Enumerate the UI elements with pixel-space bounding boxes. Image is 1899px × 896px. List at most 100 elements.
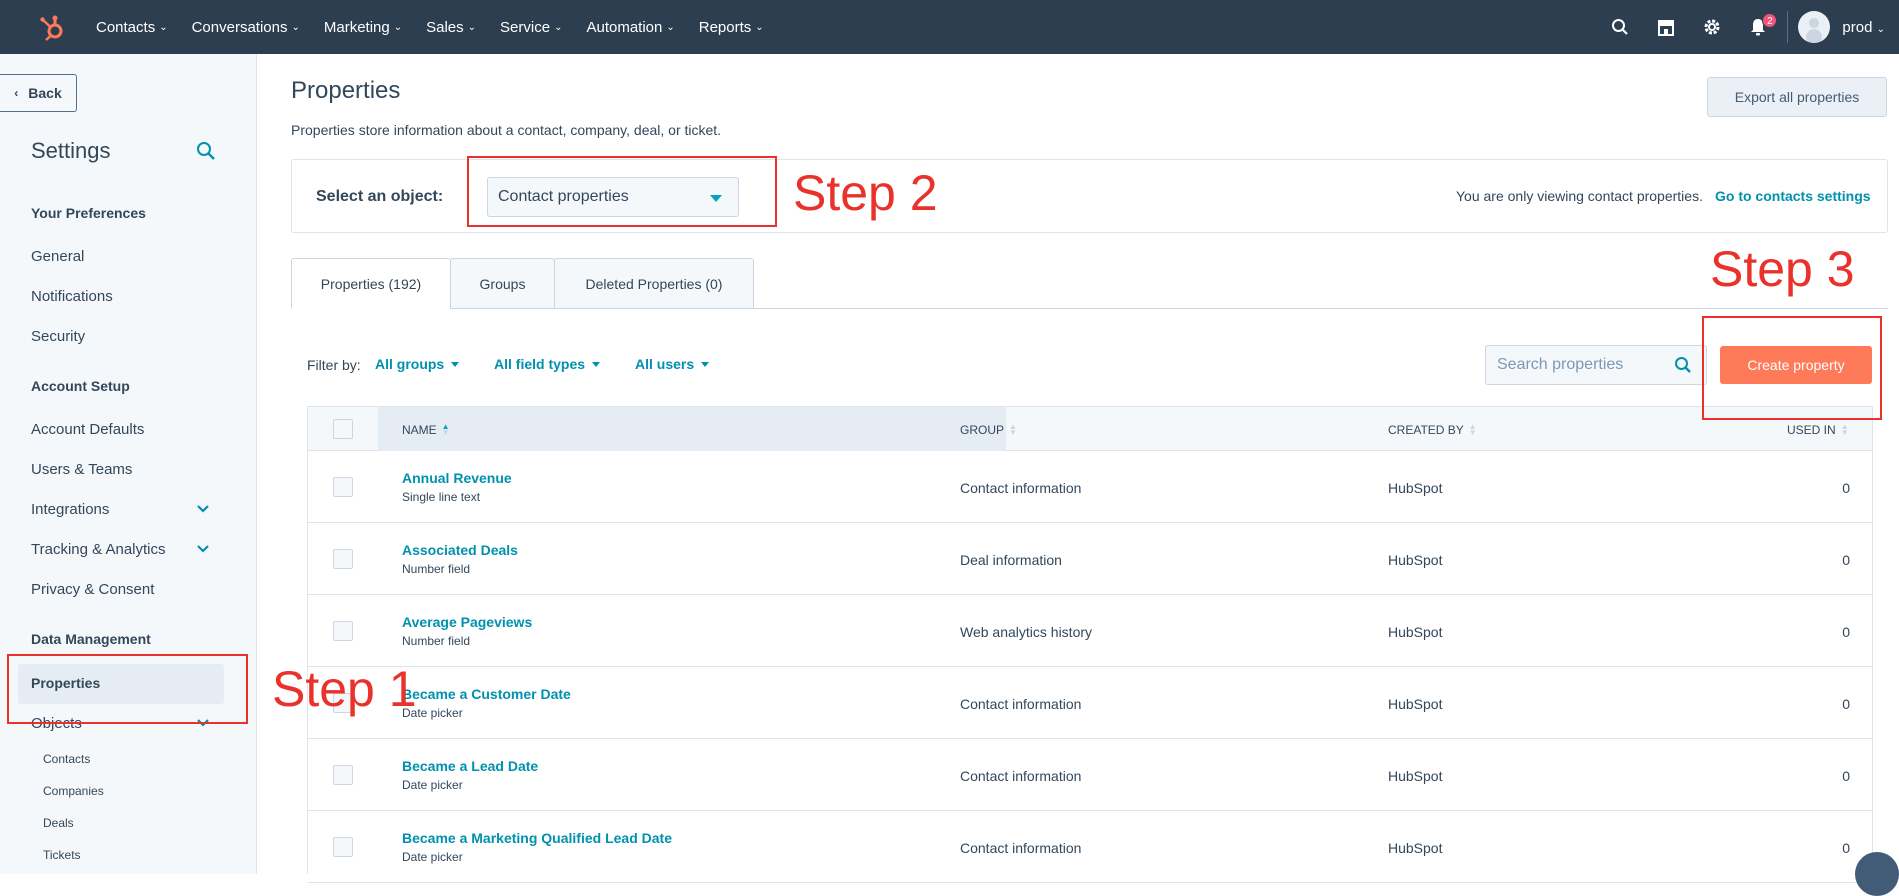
tab-properties[interactable]: Properties (192) [291, 258, 451, 309]
chevron-down-icon[interactable] [196, 502, 210, 521]
sidebar-subitem-tickets[interactable]: Tickets [43, 848, 81, 862]
sidebar-item-account-defaults[interactable]: Account Defaults [31, 421, 144, 438]
sidebar-item-general[interactable]: General [31, 248, 84, 265]
chevron-down-icon: ⌄ [291, 21, 300, 33]
nav-reports[interactable]: Reports ⌄ [699, 19, 764, 36]
column-header-used-in[interactable]: USED IN ▲ ▼ [1787, 422, 1849, 438]
object-select-dropdown[interactable]: Contact properties [487, 177, 739, 217]
gear-icon[interactable] [1689, 0, 1735, 54]
column-header-label: GROUP [960, 423, 1005, 437]
property-group: Deal information [960, 552, 1062, 568]
tab-deleted-properties[interactable]: Deleted Properties (0) [554, 258, 754, 309]
filter-value: All groups [375, 356, 445, 372]
property-tabs: Properties (192) Groups Deleted Properti… [291, 258, 1888, 309]
column-header-created-by[interactable]: CREATED BY ▲ ▼ [1388, 423, 1477, 438]
back-label: Back [28, 85, 62, 101]
row-checkbox[interactable] [333, 477, 353, 497]
nav-conversations[interactable]: Conversations ⌄ [192, 19, 300, 36]
tab-groups[interactable]: Groups [450, 258, 555, 309]
filter-all-groups[interactable]: All groups [375, 356, 460, 372]
row-checkbox[interactable] [333, 837, 353, 857]
sidebar-item-security[interactable]: Security [31, 328, 85, 345]
sort-icon: ▲ ▼ [1840, 422, 1849, 437]
nav-sales[interactable]: Sales ⌄ [426, 19, 476, 36]
nav-label: Marketing [323, 18, 390, 36]
chevron-down-icon: ⌄ [666, 21, 675, 33]
nav-label: Sales [426, 18, 464, 36]
row-checkbox[interactable] [333, 549, 353, 569]
column-header-group[interactable]: GROUP ▲ ▼ [960, 423, 1017, 438]
sidebar-subitem-deals[interactable]: Deals [43, 816, 74, 830]
property-name-link[interactable]: Associated Deals [402, 542, 518, 558]
sidebar-subitem-companies[interactable]: Companies [43, 784, 104, 798]
caret-down-icon [592, 361, 601, 367]
property-name-link[interactable]: Became a Customer Date [402, 686, 571, 702]
property-group: Contact information [960, 768, 1082, 784]
sort-ascending-icon: ▲ ▼ [441, 422, 450, 437]
property-created-by: HubSpot [1388, 552, 1443, 568]
property-type: Date picker [402, 850, 463, 864]
filter-all-users[interactable]: All users [635, 356, 710, 372]
search-placeholder: Search properties [1497, 356, 1624, 373]
hubspot-logo-icon[interactable] [38, 14, 66, 42]
sidebar-subitem-contacts[interactable]: Contacts [43, 752, 90, 766]
account-menu[interactable]: prod ⌄ [1842, 19, 1885, 36]
property-name-link[interactable]: Annual Revenue [402, 470, 512, 486]
notification-badge: 2 [1762, 13, 1778, 28]
property-group: Contact information [960, 480, 1082, 496]
sidebar-item-integrations[interactable]: Integrations [31, 501, 109, 518]
export-all-properties-button[interactable]: Export all properties [1707, 77, 1887, 117]
property-created-by: HubSpot [1388, 840, 1443, 856]
sidebar-item-properties[interactable]: Properties [31, 675, 100, 691]
select-all-checkbox[interactable] [333, 419, 353, 439]
property-type: Number field [402, 562, 471, 576]
table-row: Average Pageviews Number field Web analy… [308, 595, 1872, 667]
sidebar-item-tracking-analytics[interactable]: Tracking & Analytics [31, 541, 166, 558]
column-header-label: NAME [402, 423, 437, 437]
chevron-down-icon: ⌄ [554, 21, 563, 33]
sidebar-item-notifications[interactable]: Notifications [31, 288, 113, 305]
avatar[interactable] [1798, 11, 1831, 43]
sidebar-item-users-teams[interactable]: Users & Teams [31, 461, 132, 478]
column-header-name[interactable]: NAME ▲ ▼ [402, 422, 450, 438]
nav-automation[interactable]: Automation ⌄ [586, 19, 674, 36]
row-checkbox[interactable] [333, 621, 353, 641]
sidebar-item-privacy-consent[interactable]: Privacy & Consent [31, 581, 154, 598]
property-name-link[interactable]: Average Pageviews [402, 614, 532, 630]
row-checkbox[interactable] [333, 765, 353, 785]
filter-label: Filter by: [307, 357, 361, 373]
nav-service[interactable]: Service ⌄ [500, 19, 562, 36]
object-select-value: Contact properties [498, 188, 629, 205]
nav-contacts[interactable]: Contacts ⌄ [96, 19, 168, 36]
nav-label: Contacts [96, 18, 156, 36]
property-used-in: 0 [1842, 480, 1850, 496]
marketplace-icon[interactable] [1643, 0, 1689, 54]
property-name-link[interactable]: Became a Marketing Qualified Lead Date [402, 830, 672, 846]
section-heading-your-preferences: Your Preferences [31, 205, 146, 221]
select-object-label: Select an object: [316, 188, 444, 205]
nav-marketing[interactable]: Marketing ⌄ [324, 19, 402, 36]
chevron-down-icon: ⌄ [1876, 23, 1885, 35]
caret-down-icon [710, 195, 722, 202]
filter-all-field-types[interactable]: All field types [494, 356, 601, 372]
settings-title: Settings [31, 138, 111, 163]
step3-label: Step 3 [1710, 241, 1855, 297]
page-title: Properties [291, 77, 401, 104]
search-icon[interactable] [196, 141, 216, 166]
table-row: Became a Lead Date Date picker Contact i… [308, 739, 1872, 811]
sidebar-item-objects[interactable]: Objects [31, 715, 82, 732]
search-icon[interactable] [1597, 0, 1643, 54]
create-property-button[interactable]: Create property [1720, 346, 1872, 384]
go-to-contacts-settings-link[interactable]: Go to contacts settings [1715, 188, 1871, 204]
help-chat-button[interactable] [1855, 852, 1899, 896]
search-icon[interactable] [1674, 356, 1692, 379]
chevron-down-icon[interactable] [196, 542, 210, 561]
property-used-in: 0 [1842, 624, 1850, 640]
notifications-bell-icon[interactable]: 2 [1735, 0, 1781, 54]
property-created-by: HubSpot [1388, 696, 1443, 712]
table-row: Became a Marketing Qualified Lead Date D… [308, 811, 1872, 883]
chevron-down-icon[interactable] [196, 716, 210, 735]
back-button[interactable]: ‹ Back [0, 74, 77, 112]
property-name-link[interactable]: Became a Lead Date [402, 758, 538, 774]
property-type: Number field [402, 634, 471, 648]
